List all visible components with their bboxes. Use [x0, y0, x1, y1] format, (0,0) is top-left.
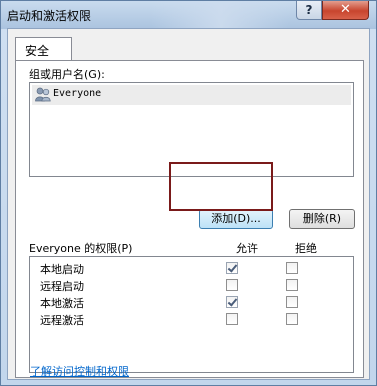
permission-name: 远程启动: [40, 280, 84, 293]
permission-row: 远程启动: [30, 277, 352, 294]
allow-column-header: 允许: [236, 242, 258, 255]
learn-access-control-link[interactable]: 了解访问控制和权限: [30, 363, 129, 379]
annotation-highlight-box: [169, 162, 273, 211]
deny-checkbox[interactable]: [286, 279, 298, 291]
close-button[interactable]: ✕: [322, 1, 369, 20]
title-bar[interactable]: 启动和激活权限 ? ✕: [1, 1, 376, 29]
add-button[interactable]: 添加(D)...: [199, 209, 273, 229]
help-button[interactable]: ?: [296, 1, 322, 20]
window-title: 启动和激活权限: [7, 9, 92, 23]
users-group-icon: [35, 87, 51, 102]
deny-checkbox[interactable]: [286, 296, 298, 308]
permission-row: 本地激活: [30, 294, 352, 311]
security-tab-panel: 组或用户名(G): Everyone 添加(D)... 删除(R) Everyo…: [15, 60, 364, 378]
remove-button[interactable]: 删除(R): [289, 209, 355, 229]
permissions-list: 本地启动 远程启动 本地激活 远程激活: [29, 256, 354, 373]
permission-row: 本地启动: [30, 260, 352, 277]
permission-name: 本地启动: [40, 263, 84, 276]
allow-checkbox[interactable]: [226, 262, 238, 274]
allow-checkbox[interactable]: [226, 279, 238, 291]
allow-checkbox[interactable]: [226, 296, 238, 308]
tab-security[interactable]: 安全: [15, 37, 72, 61]
permission-row: 远程激活: [30, 311, 352, 328]
allow-checkbox[interactable]: [226, 313, 238, 325]
title-bar-glass: [151, 1, 291, 29]
permission-name: 远程激活: [40, 314, 84, 327]
permission-name: 本地激活: [40, 297, 84, 310]
group-users-label: 组或用户名(G):: [29, 68, 105, 81]
deny-column-header: 拒绝: [295, 242, 317, 255]
deny-checkbox[interactable]: [286, 313, 298, 325]
permissions-label: Everyone 的权限(P): [29, 242, 133, 255]
user-row-everyone[interactable]: Everyone: [32, 85, 351, 105]
user-name: Everyone: [53, 88, 102, 99]
deny-checkbox[interactable]: [286, 262, 298, 274]
